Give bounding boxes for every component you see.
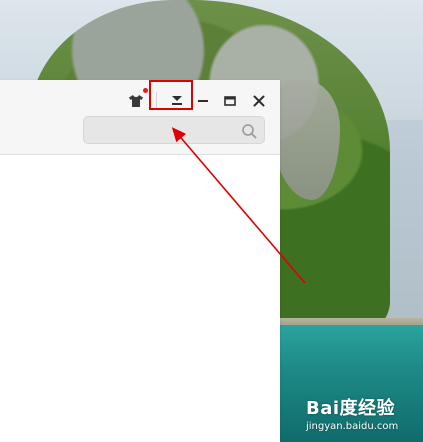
close-icon bbox=[253, 95, 265, 107]
notification-dot bbox=[143, 88, 148, 93]
skin-icon bbox=[129, 95, 143, 107]
maximize-button[interactable] bbox=[219, 90, 241, 112]
search-input[interactable] bbox=[92, 120, 236, 142]
close-button[interactable] bbox=[248, 90, 270, 112]
app-window bbox=[0, 80, 280, 442]
baidu-jingyan-watermark: Bai度经验 jingyan.baidu.com bbox=[306, 390, 423, 442]
minimize-button[interactable] bbox=[192, 90, 214, 112]
search-box[interactable] bbox=[83, 116, 265, 144]
watermark-logo-text: Bai度经验 bbox=[306, 398, 396, 419]
title-bar bbox=[0, 80, 280, 155]
search-icon[interactable] bbox=[241, 123, 257, 139]
menu-button-highlight bbox=[149, 80, 193, 110]
minimize-icon bbox=[198, 100, 208, 102]
skin-button[interactable] bbox=[125, 90, 147, 112]
maximize-icon bbox=[224, 96, 236, 106]
watermark-url: jingyan.baidu.com bbox=[306, 421, 399, 432]
main-content-area bbox=[0, 155, 280, 442]
